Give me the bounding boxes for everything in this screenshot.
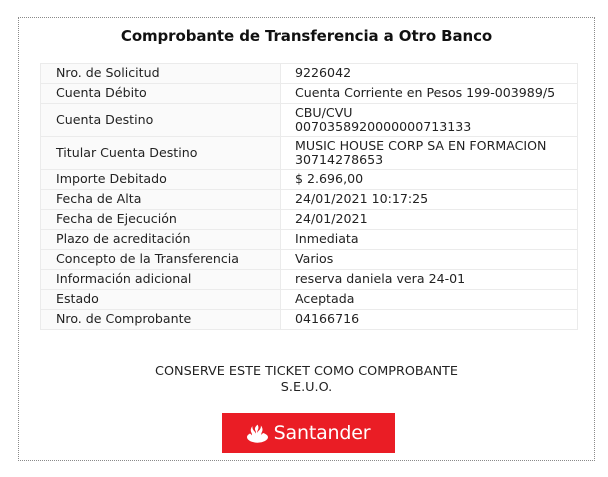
row-value: Cuenta Corriente en Pesos 199-003989/5	[280, 83, 578, 104]
receipt-details-table: Nro. de Solicitud 9226042 Cuenta Débito …	[40, 63, 578, 330]
row-value: 24/01/2021	[280, 209, 578, 230]
row-value-line1: CBU/CVU	[295, 104, 353, 120]
row-label: Importe Debitado	[40, 169, 281, 190]
receipt-notice: CONSERVE ESTE TICKET COMO COMPROBANTE S.…	[19, 364, 594, 396]
row-value: MUSIC HOUSE CORP SA EN FORMACION 3071427…	[280, 136, 578, 170]
row-value: 24/01/2021 10:17:25	[280, 189, 578, 210]
santander-logo: Santander	[222, 413, 395, 453]
brand-name: Santander	[273, 422, 371, 444]
table-row: Cuenta Destino CBU/CVU 00703589200000007…	[40, 103, 578, 137]
table-row: Cuenta Débito Cuenta Corriente en Pesos …	[40, 83, 578, 104]
row-label: Fecha de Alta	[40, 189, 281, 210]
row-value: Varios	[280, 249, 578, 270]
row-label: Fecha de Ejecución	[40, 209, 281, 230]
flame-icon	[246, 423, 268, 444]
row-value-line2: 30714278653	[295, 152, 384, 167]
row-label: Nro. de Comprobante	[40, 309, 281, 330]
row-label: Titular Cuenta Destino	[40, 136, 281, 170]
receipt-title: Comprobante de Transferencia a Otro Banc…	[120, 27, 493, 45]
row-label: Cuenta Débito	[40, 83, 281, 104]
row-label: Información adicional	[40, 269, 281, 290]
notice-line-2: S.E.U.O.	[280, 380, 333, 395]
table-row: Titular Cuenta Destino MUSIC HOUSE CORP …	[40, 136, 578, 170]
row-value: $ 2.696,00	[280, 169, 578, 190]
row-label: Concepto de la Transferencia	[40, 249, 281, 270]
row-label: Nro. de Solicitud	[40, 63, 281, 84]
table-row: Plazo de acreditación Inmediata	[40, 229, 578, 250]
row-value: CBU/CVU 0070358920000000713133	[280, 103, 578, 137]
row-value-line1: MUSIC HOUSE CORP SA EN FORMACION	[295, 137, 547, 153]
table-row: Nro. de Solicitud 9226042	[40, 63, 578, 84]
table-row: Nro. de Comprobante 04166716	[40, 309, 578, 330]
table-row: Fecha de Ejecución 24/01/2021	[40, 209, 578, 230]
table-row: Estado Aceptada	[40, 289, 578, 310]
table-row: Fecha de Alta 24/01/2021 10:17:25	[40, 189, 578, 210]
row-value: 9226042	[280, 63, 578, 84]
transfer-receipt: Comprobante de Transferencia a Otro Banc…	[18, 17, 595, 461]
row-label: Plazo de acreditación	[40, 229, 281, 250]
table-row: Información adicional reserva daniela ve…	[40, 269, 578, 290]
row-value: Aceptada	[280, 289, 578, 310]
table-row: Concepto de la Transferencia Varios	[40, 249, 578, 270]
notice-line-1: CONSERVE ESTE TICKET COMO COMPROBANTE	[155, 364, 458, 379]
table-row: Importe Debitado $ 2.696,00	[40, 169, 578, 190]
row-value: Inmediata	[280, 229, 578, 250]
row-value: reserva daniela vera 24-01	[280, 269, 578, 290]
row-label: Estado	[40, 289, 281, 310]
row-value-line2: 0070358920000000713133	[295, 119, 472, 134]
row-value: 04166716	[280, 309, 578, 330]
row-label: Cuenta Destino	[40, 103, 281, 137]
